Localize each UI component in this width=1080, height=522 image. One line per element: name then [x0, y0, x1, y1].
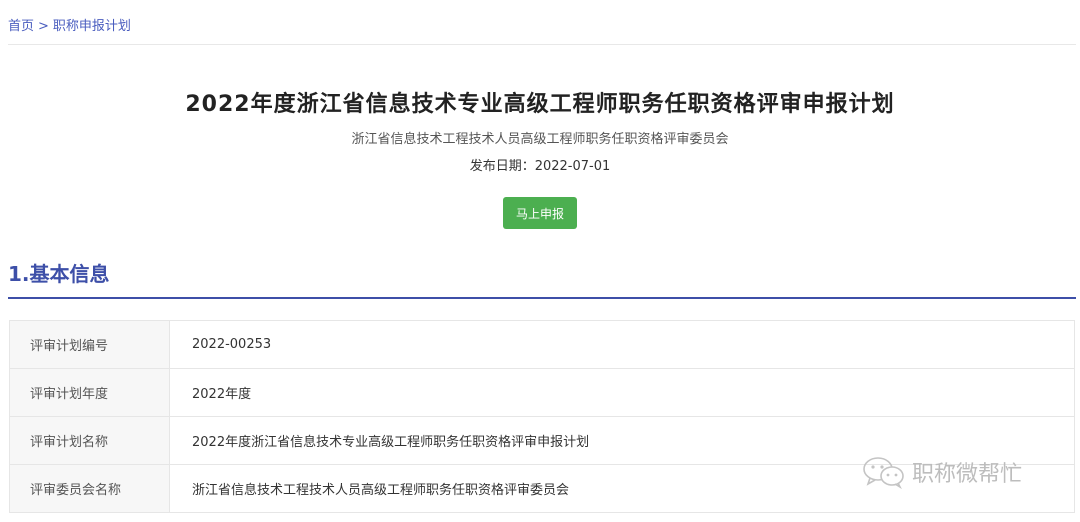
table-row: 评审计划年度 2022年度: [9, 368, 1075, 417]
watermark-text: 职称微帮忙: [912, 462, 1023, 487]
breadcrumb-separator: >: [38, 19, 49, 34]
breadcrumb-current-link[interactable]: 职称申报计划: [53, 19, 131, 34]
breadcrumb-home-link[interactable]: 首页: [8, 19, 34, 34]
section-title-basic-info: 1.基本信息: [8, 262, 110, 286]
row-label: 评审计划编号: [9, 320, 170, 369]
row-value: 2022-00253: [169, 320, 1075, 369]
table-row: 评审计划编号 2022-00253: [9, 320, 1075, 369]
committee-name: 浙江省信息技术工程技术人员高级工程师职务任职资格评审委员会: [351, 132, 729, 147]
publish-date: 发布日期：2022-07-01: [469, 159, 611, 174]
row-label: 评审计划名称: [9, 416, 170, 465]
row-label: 评审计划年度: [9, 368, 170, 417]
page-title: 2022年度浙江省信息技术专业高级工程师职务任职资格评审申报计划: [185, 92, 895, 117]
top-divider: [8, 44, 1076, 45]
page: 首页 > 职称申报计划 2022年度浙江省信息技术专业高级工程师职务任职资格评审申报…: [0, 0, 1080, 522]
breadcrumb: 首页 > 职称申报计划: [8, 15, 131, 34]
wechat-icon: [863, 457, 904, 489]
section-divider: [8, 297, 1076, 299]
apply-now-button[interactable]: 马上申报: [503, 197, 577, 229]
row-label: 评审委员会名称: [9, 464, 170, 513]
watermark: 职称微帮忙: [862, 455, 1022, 489]
row-value: 2022年度: [169, 368, 1075, 417]
